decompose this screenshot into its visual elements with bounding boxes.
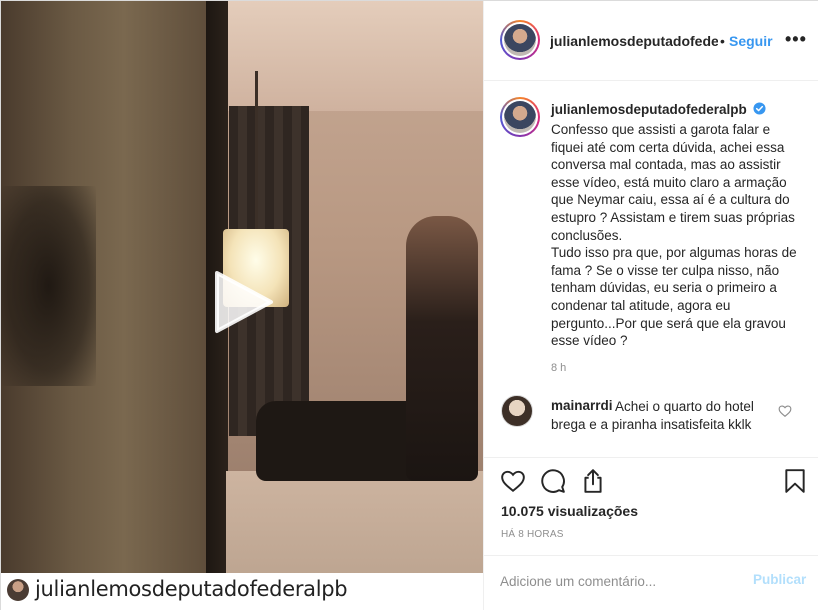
comment-username[interactable]: mainarrdi — [551, 398, 613, 413]
watermark-avatar — [7, 579, 29, 601]
caption-username[interactable]: julianlemosdeputadofederalpb — [551, 102, 747, 117]
header-avatar[interactable] — [500, 20, 540, 60]
follow-button[interactable]: Seguir — [729, 33, 773, 49]
share-icon[interactable] — [580, 468, 606, 494]
post-timestamp[interactable]: HÁ 8 HORAS — [501, 529, 564, 540]
view-count[interactable]: 10.075 visualizações — [501, 503, 638, 519]
caption-avatar[interactable] — [500, 97, 540, 137]
comment-icon[interactable] — [540, 468, 566, 494]
header-separator: • — [720, 33, 725, 49]
post-header: julianlemosdeputadofeder • Seguir ••• — [484, 1, 818, 81]
header-username[interactable]: julianlemosdeputadofeder — [550, 33, 718, 49]
video-frame-person — [406, 216, 478, 481]
caption-timestamp[interactable]: 8 h — [551, 362, 566, 374]
verified-badge-icon — [753, 102, 766, 115]
comment-avatar[interactable] — [501, 395, 533, 427]
video-frame-blur — [1, 186, 96, 386]
actions-divider — [484, 457, 818, 458]
more-options-icon[interactable]: ••• — [785, 29, 807, 50]
post-side-panel: julianlemosdeputadofeder • Seguir ••• ju… — [483, 1, 818, 610]
play-icon[interactable] — [213, 269, 275, 335]
heart-icon[interactable] — [500, 468, 526, 494]
comment-heart-icon[interactable] — [778, 404, 792, 418]
instagram-post-embed: julianlemosdeputadofederalpb julianlemos… — [0, 0, 818, 610]
video-frame-ceiling — [228, 1, 483, 111]
publish-button[interactable]: Publicar — [753, 572, 806, 587]
caption-text: Confesso que assisti a garota falar e fi… — [551, 122, 797, 349]
comment-input[interactable] — [500, 571, 740, 591]
video-frame-lamp-cord — [255, 71, 258, 231]
video-player[interactable]: julianlemosdeputadofederalpb — [1, 1, 483, 610]
watermark-username: julianlemosdeputadofederalpb — [35, 577, 348, 601]
bookmark-icon[interactable] — [782, 468, 808, 494]
